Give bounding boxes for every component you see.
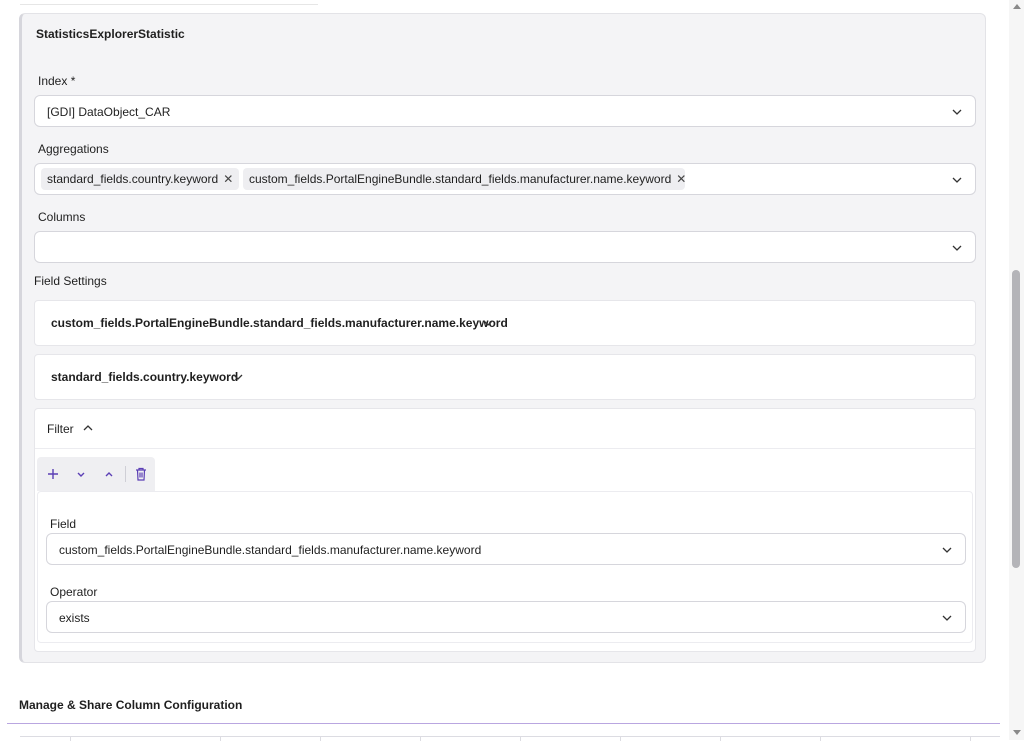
statistics-explorer-panel: StatisticsExplorerStatistic Index * [GDI…	[19, 13, 986, 663]
chevron-down-icon	[941, 544, 953, 556]
field-setting-manufacturer[interactable]: custom_fields.PortalEngineBundle.standar…	[34, 300, 976, 346]
field-setting-title: standard_fields.country.keyword	[51, 370, 239, 384]
chevron-down-icon[interactable]	[232, 371, 244, 383]
scroll-up-arrow-icon[interactable]	[1013, 4, 1021, 9]
index-value: [GDI] DataObject_CAR	[47, 105, 171, 119]
scroll-down-arrow-icon[interactable]	[1013, 730, 1021, 735]
section-title: Manage & Share Column Configuration	[19, 698, 243, 712]
tag-label: standard_fields.country.keyword	[47, 172, 219, 186]
close-icon[interactable]: ✕	[223, 168, 233, 190]
field-setting-country[interactable]: standard_fields.country.keyword	[34, 354, 976, 400]
field-setting-title: custom_fields.PortalEngineBundle.standar…	[51, 316, 508, 330]
chevron-down-icon	[951, 174, 963, 186]
filter-toolbar	[37, 457, 155, 491]
operator-label: Operator	[50, 585, 98, 599]
operator-select[interactable]: exists	[46, 601, 966, 633]
trash-icon[interactable]	[133, 466, 149, 482]
aggregations-label: Aggregations	[38, 142, 109, 156]
columns-select[interactable]	[34, 231, 976, 263]
columns-label: Columns	[38, 210, 86, 224]
filter-condition: Field custom_fields.PortalEngineBundle.s…	[37, 491, 973, 643]
field-settings-label: Field Settings	[34, 274, 107, 288]
chevron-down-icon[interactable]	[73, 466, 89, 482]
previous-section-edge	[20, 0, 318, 5]
chevron-down-icon[interactable]	[482, 317, 494, 329]
close-icon[interactable]: ✕	[676, 168, 686, 190]
field-select[interactable]: custom_fields.PortalEngineBundle.standar…	[46, 533, 966, 565]
filter-title: Filter	[47, 422, 74, 436]
aggregation-tag: custom_fields.PortalEngineBundle.standar…	[243, 168, 686, 190]
tag-label: custom_fields.PortalEngineBundle.standar…	[249, 172, 672, 186]
section-divider	[7, 723, 1000, 724]
operator-value: exists	[59, 611, 90, 625]
vertical-scrollbar[interactable]	[1009, 0, 1024, 740]
column-grid-edge	[20, 736, 1000, 741]
filter-card: Filter Field custom_fields.PortalEngineB…	[34, 408, 976, 652]
filter-header[interactable]: Filter	[35, 409, 975, 449]
aggregation-tag: standard_fields.country.keyword ✕	[41, 168, 239, 190]
chevron-up-icon[interactable]	[82, 422, 94, 434]
chevron-down-icon	[941, 612, 953, 624]
chevron-down-icon	[951, 106, 963, 118]
chevron-down-icon	[951, 242, 963, 254]
scrollbar-thumb[interactable]	[1012, 270, 1020, 568]
toolbar-divider	[125, 466, 126, 482]
index-label: Index *	[38, 74, 76, 88]
field-label: Field	[50, 517, 77, 531]
chevron-up-icon[interactable]	[101, 466, 117, 482]
index-select[interactable]: [GDI] DataObject_CAR	[34, 95, 976, 127]
panel-title: StatisticsExplorerStatistic	[36, 27, 185, 41]
add-icon[interactable]	[45, 466, 61, 482]
aggregations-select[interactable]: standard_fields.country.keyword ✕ custom_…	[34, 163, 976, 195]
field-value: custom_fields.PortalEngineBundle.standar…	[59, 543, 482, 557]
